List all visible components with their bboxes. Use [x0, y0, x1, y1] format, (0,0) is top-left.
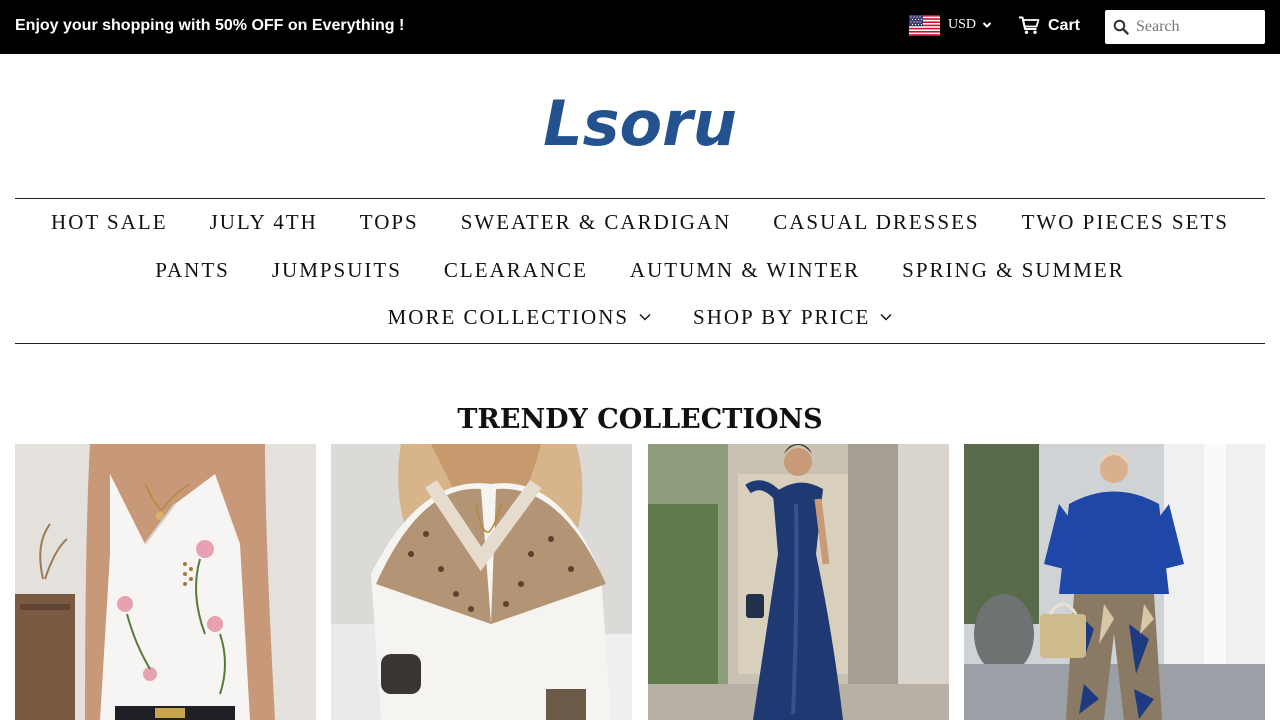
search-icon[interactable] [1113, 19, 1129, 35]
search-box [1105, 10, 1265, 44]
currency-code: USD [948, 17, 977, 32]
main-navigation: HOT SALE JULY 4TH TOPS SWEATER & CARDIGA… [15, 198, 1265, 344]
us-flag-icon [909, 14, 940, 36]
nav-row: PANTS JUMPSUITS CLEARANCE AUTUMN & WINTE… [15, 256, 1265, 284]
collection-card-leopard-sweater[interactable] [331, 444, 632, 720]
currency-selector[interactable]: USD [909, 14, 992, 36]
chevron-down-icon [982, 22, 992, 28]
nav-item-autumn-winter[interactable]: AUTUMN & WINTER [609, 256, 881, 284]
product-image [331, 444, 632, 720]
product-image [964, 444, 1265, 720]
site-logo[interactable]: Lsoru [0, 84, 1280, 164]
nav-row: HOT SALE JULY 4TH TOPS SWEATER & CARDIGA… [15, 208, 1265, 236]
nav-item-sweater-cardigan[interactable]: SWEATER & CARDIGAN [440, 208, 753, 236]
announcement-bar: Enjoy your shopping with 50% OFF on Ever… [0, 0, 1280, 54]
nav-item-clearance[interactable]: CLEARANCE [423, 256, 609, 284]
announcement-text: Enjoy your shopping with 50% OFF on Ever… [15, 17, 405, 34]
nav-item-label: SHOP BY PRICE [693, 305, 871, 329]
nav-item-spring-summer[interactable]: SPRING & SUMMER [881, 256, 1146, 284]
nav-item-tops[interactable]: TOPS [339, 208, 440, 236]
nav-item-july-4th[interactable]: JULY 4TH [189, 208, 339, 236]
cart-link[interactable]: Cart [1018, 16, 1080, 35]
nav-item-label: MORE COLLECTIONS [387, 305, 630, 329]
product-image [648, 444, 949, 720]
cart-label: Cart [1048, 16, 1081, 34]
chevron-down-icon [880, 314, 892, 321]
chevron-down-icon [639, 314, 651, 321]
nav-item-shop-by-price[interactable]: SHOP BY PRICE [672, 303, 913, 331]
cart-icon [1019, 16, 1040, 34]
collection-card-floral-top[interactable] [15, 444, 316, 720]
search-input[interactable] [1136, 18, 1256, 36]
nav-item-pants[interactable]: PANTS [134, 256, 251, 284]
collection-card-blue-top-set[interactable] [964, 444, 1265, 720]
nav-item-casual-dresses[interactable]: CASUAL DRESSES [752, 208, 1000, 236]
nav-item-jumpsuits[interactable]: JUMPSUITS [251, 256, 423, 284]
section-title: TRENDY COLLECTIONS [457, 404, 823, 435]
nav-item-hot-sale[interactable]: HOT SALE [30, 208, 189, 236]
nav-item-two-pieces-sets[interactable]: TWO PIECES SETS [1001, 208, 1250, 236]
nav-row: MORE COLLECTIONS SHOP BY PRICE [15, 303, 1265, 331]
collection-card-navy-dress[interactable] [648, 444, 949, 720]
nav-item-more-collections[interactable]: MORE COLLECTIONS [367, 303, 672, 331]
product-image [15, 444, 316, 720]
